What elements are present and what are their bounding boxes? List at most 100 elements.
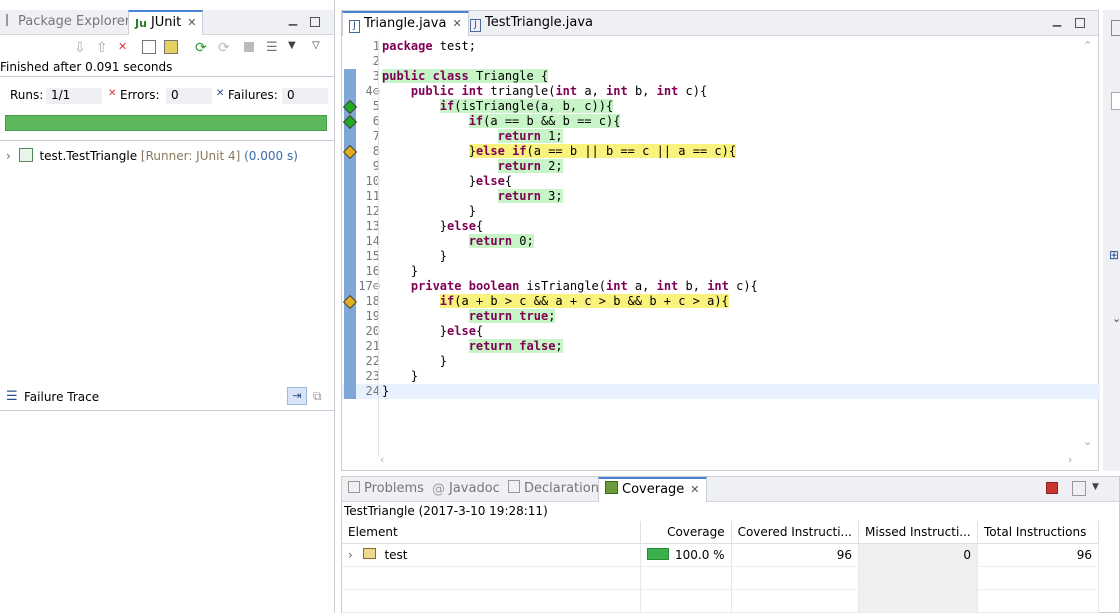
outline-view-icon[interactable]: [1111, 20, 1120, 36]
tab-triangle-java[interactable]: J Triangle.java ✕: [342, 11, 469, 36]
next-failure-icon[interactable]: ⇩: [74, 40, 90, 56]
coverage-launch-icon[interactable]: [1046, 482, 1058, 494]
minimize-icon[interactable]: ▁: [1052, 15, 1062, 26]
column-total[interactable]: Total Instructions: [977, 521, 1099, 544]
maximize-icon[interactable]: [310, 17, 320, 27]
table-row[interactable]: › test 100.0 % 96 0 96: [342, 543, 1099, 567]
code-text: return 0;: [468, 234, 534, 248]
scroll-up-icon[interactable]: ⌃: [1083, 39, 1092, 52]
scroll-down-icon[interactable]: ⌄: [1083, 435, 1092, 448]
code-line[interactable]: 7 return 1;: [342, 129, 1100, 144]
code-text: private boolean isTriangle(int a, int b,…: [410, 279, 758, 293]
code-text: return false;: [468, 339, 563, 353]
previous-failure-icon[interactable]: ⇧: [96, 40, 112, 56]
code-line[interactable]: 23 }: [342, 369, 1100, 384]
tab-testtriangle-java[interactable]: J TestTriangle.java: [464, 11, 599, 35]
line-number: 1: [372, 39, 380, 53]
rerun-test-icon[interactable]: ⟳: [195, 40, 211, 56]
test-runner: [Runner: JUnit 4]: [140, 149, 241, 163]
tab-javadoc[interactable]: @ Javadoc: [426, 477, 506, 501]
code-text: return 3;: [497, 189, 563, 203]
vertical-scrollbar[interactable]: ⌃ ⌄: [1080, 39, 1096, 449]
code-text: }: [382, 369, 419, 383]
divider: [0, 140, 334, 141]
chevron-right-icon[interactable]: ›: [6, 149, 11, 163]
code-text: if(a + b > c && a + c > b && b + c > a){: [439, 294, 729, 308]
maximize-icon[interactable]: [1075, 18, 1085, 28]
code-line[interactable]: 1 package test;: [342, 39, 1100, 54]
line-number: 24: [365, 384, 380, 398]
code-line[interactable]: 13 }else{: [342, 219, 1100, 234]
tab-declaration[interactable]: Declaration: [502, 477, 605, 501]
line-number: 10: [365, 174, 380, 188]
scroll-left-icon[interactable]: ‹: [380, 453, 384, 466]
chevron-down-icon[interactable]: ⌄: [1112, 312, 1120, 325]
close-icon[interactable]: ✕: [452, 17, 461, 30]
code-line[interactable]: 5 if(isTriangle(a, b, c)){: [342, 99, 1100, 115]
code-line[interactable]: 14 return 0;: [342, 234, 1100, 249]
code-line[interactable]: 15 }: [342, 249, 1100, 264]
chevron-right-icon[interactable]: ›: [348, 548, 353, 562]
rerun-failed-icon[interactable]: ⟳: [218, 40, 234, 56]
horizontal-scrollbar[interactable]: ‹ ›: [378, 453, 1078, 467]
session-label: TestTriangle (2017-3-10 19:28:11): [344, 504, 548, 518]
code-text: return 2;: [497, 159, 563, 173]
column-element[interactable]: Element: [342, 521, 641, 544]
code-line[interactable]: 16 }: [342, 264, 1100, 279]
scroll-lock-icon[interactable]: [142, 40, 156, 54]
test-tree-item[interactable]: › test.TestTriangle [Runner: JUnit 4] (0…: [6, 148, 298, 164]
scroll-right-icon[interactable]: ›: [1068, 453, 1072, 466]
junit-icon: Ju: [135, 17, 147, 30]
code-line[interactable]: 11 return 3;: [342, 189, 1100, 204]
show-skipped-icon[interactable]: [164, 40, 178, 54]
code-text: public int triangle(int a, int b, int c)…: [410, 84, 708, 98]
progress-bar: [5, 115, 327, 131]
show-failures-only-icon[interactable]: ✕: [118, 40, 134, 56]
tab-package-explorer[interactable]: Package Explorer: [0, 10, 136, 34]
stop-icon[interactable]: [244, 42, 254, 52]
test-run-history-icon[interactable]: ☰: [266, 40, 282, 56]
filter-stack-icon[interactable]: ⇥: [287, 387, 307, 405]
code-line[interactable]: 21 return false;: [342, 339, 1100, 354]
failures-label: Failures:: [228, 88, 278, 102]
task-list-icon[interactable]: [1111, 92, 1120, 110]
errors-field: 0: [166, 88, 212, 104]
view-menu-icon[interactable]: ▽: [312, 40, 328, 56]
code-line[interactable]: 8 }else if(a == b || b == c || a == c){: [342, 144, 1100, 160]
history-dropdown-icon[interactable]: ▼: [288, 40, 304, 56]
code-line[interactable]: 6 if(a == b && b == c){: [342, 114, 1100, 130]
code-line[interactable]: 4⊖ public int triangle(int a, int b, int…: [342, 84, 1100, 99]
code-line[interactable]: 2: [342, 54, 1100, 69]
code-text: }else{: [382, 219, 484, 233]
tab-problems[interactable]: Problems: [342, 477, 430, 501]
code-line[interactable]: 17⊖ private boolean isTriangle(int a, in…: [342, 279, 1100, 294]
close-icon[interactable]: ✕: [187, 16, 196, 29]
column-missed[interactable]: Missed Instructi...: [858, 521, 978, 544]
line-number: 3: [372, 69, 380, 83]
tab-junit[interactable]: Ju JUnit ✕: [128, 10, 204, 35]
javadoc-icon: @: [432, 482, 445, 497]
code-text: if(a == b && b == c){: [468, 114, 621, 128]
code-line[interactable]: 12 }: [342, 204, 1100, 219]
merge-sessions-icon[interactable]: [1072, 481, 1086, 496]
tab-coverage[interactable]: Coverage ✕: [598, 477, 707, 502]
minimize-icon[interactable]: ▁: [288, 14, 298, 25]
column-covered[interactable]: Covered Instructi...: [731, 521, 860, 544]
errors-label: Errors:: [120, 88, 160, 102]
code-line[interactable]: 10 }else{: [342, 174, 1100, 189]
dropdown-icon[interactable]: ▼: [1092, 482, 1099, 492]
code-line[interactable]: 9 return 2;: [342, 159, 1100, 174]
compare-result-icon[interactable]: ⧉: [313, 389, 322, 404]
code-line[interactable]: 24}: [342, 384, 1100, 399]
line-number: 15: [365, 249, 380, 263]
code-line[interactable]: 3 public class Triangle {: [342, 69, 1100, 84]
code-editor[interactable]: J Triangle.java ✕ J TestTriangle.java ▁ 1 pa…: [341, 10, 1100, 471]
close-icon[interactable]: ✕: [690, 483, 699, 496]
line-number: 14: [365, 234, 380, 248]
column-coverage[interactable]: Coverage: [640, 521, 732, 544]
hierarchy-icon[interactable]: ⊞: [1109, 248, 1119, 262]
code-line[interactable]: 18 if(a + b > c && a + c > b && b + c > …: [342, 294, 1100, 310]
code-line[interactable]: 22 }: [342, 354, 1100, 369]
code-line[interactable]: 20 }else{: [342, 324, 1100, 339]
code-line[interactable]: 19 return true;: [342, 309, 1100, 324]
